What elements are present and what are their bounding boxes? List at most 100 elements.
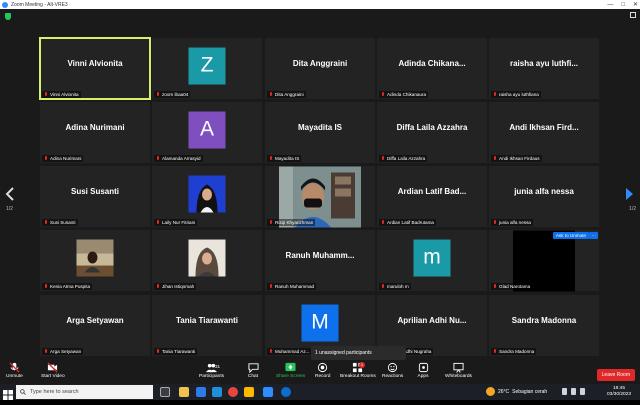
view-button[interactable] [630, 12, 636, 18]
page-indicator-right: 1/2 [629, 206, 636, 212]
participant-name-label: Arga Setyawan [42, 348, 84, 355]
network-icon[interactable] [571, 388, 576, 395]
participant-tile[interactable]: Dita Anggraini Dita Anggraini [265, 38, 375, 99]
reactions-label: Reactions [382, 374, 404, 379]
chrome-icon[interactable] [228, 387, 238, 397]
participant-tile[interactable]: Jihan Istiqomah [152, 230, 262, 291]
participant-tile[interactable]: Mayadita IS Mayadita IS [265, 102, 375, 163]
share-screen-button[interactable]: Share Screen [276, 361, 305, 379]
more-options-button[interactable]: ··· [589, 232, 598, 239]
muted-microphone-icon [381, 284, 385, 289]
reactions-button[interactable]: Reactions [382, 361, 403, 379]
participant-profile-photo [188, 175, 226, 213]
unmute-label: Unmute [6, 374, 23, 379]
apps-button[interactable]: Apps [417, 361, 429, 379]
participant-tile[interactable]: Ardian Latif Bad... Ardian Latif Badrutam… [377, 166, 487, 227]
task-view-icon[interactable] [160, 387, 170, 397]
participant-tile[interactable]: A Alamanda Arrasyid [152, 102, 262, 163]
title-bar: Zoom Meeting - Alt-VRE3 — □ ✕ [0, 0, 640, 9]
muted-microphone-icon [493, 220, 497, 225]
file-explorer-icon[interactable] [179, 387, 189, 397]
participant-name-label: Sandra Madonna [491, 348, 537, 355]
participant-tile[interactable]: Andi Ikhsan Fird... Andi Ikhsan Firdaus [489, 102, 599, 163]
participant-tile[interactable]: Laily Nur Fitriani [152, 166, 262, 227]
participant-tile[interactable]: m maruloh m [377, 230, 487, 291]
record-button[interactable]: Record [315, 361, 330, 379]
participant-display-name: Adina Nurimani [65, 123, 125, 132]
participant-tile[interactable]: Rizqi Khyarizhman [265, 166, 375, 227]
participants-count: 31 [215, 364, 221, 369]
chat-icon [247, 361, 259, 374]
close-icon[interactable]: ✕ [633, 1, 638, 8]
taskbar-search-box[interactable]: Type here to search [16, 385, 153, 399]
start-video-button[interactable]: Start Video [41, 361, 65, 379]
store-icon[interactable] [244, 387, 254, 397]
breakout-rooms-button[interactable]: Breakout Rooms [340, 361, 376, 379]
apps-icon [417, 361, 429, 374]
participant-name-label: Jihan Istiqomah [154, 283, 197, 290]
participant-profile-photo [76, 239, 114, 277]
participant-tile[interactable]: Susi Susanti Susi Susanti [40, 166, 150, 227]
muted-microphone-icon [269, 92, 273, 97]
participant-tile[interactable]: Adinda Chikana... Adinda Chikanaura [377, 38, 487, 99]
apps-label: Apps [417, 374, 429, 379]
weather-widget[interactable]: 26°C Sebagian cerah [486, 387, 547, 396]
participant-tile[interactable]: Sandra Madonna Sandra Madonna [489, 295, 599, 356]
participant-tile[interactable]: Ask to Unmute ··· Glad Narotama [489, 230, 599, 291]
windows-start-icon[interactable] [3, 387, 13, 400]
participant-name: Diffa Laila Azzahra [387, 156, 426, 161]
participant-name-label: Kenia Atma Puspita [42, 283, 93, 290]
next-page-arrow-icon[interactable] [625, 187, 635, 201]
unassigned-participants-popup[interactable]: 1 unassigned participants [311, 346, 406, 360]
muted-microphone-icon [44, 284, 48, 289]
security-shield-icon[interactable] [5, 13, 11, 20]
participant-tile[interactable]: Kenia Atma Puspita [40, 230, 150, 291]
chat-button[interactable]: Chat [247, 361, 259, 379]
mail-icon[interactable] [196, 387, 206, 397]
muted-microphone-icon [44, 156, 48, 161]
show-hidden-icons-icon[interactable] [562, 388, 567, 395]
muted-microphone-icon [381, 92, 385, 97]
participant-name: Glad Narotama [499, 284, 531, 289]
participant-tile[interactable]: Arga Setyawan Arga Setyawan [40, 295, 150, 356]
leave-room-button[interactable]: Leave Room [596, 369, 635, 381]
participant-tile[interactable]: Zzoom ibaa04 [152, 38, 262, 99]
zoom-logo-icon [2, 1, 8, 8]
participant-tile[interactable]: Ranuh Muhamm... Ranuh Muhammad [265, 230, 375, 291]
participant-initial-avatar: A [188, 111, 226, 149]
participants-button[interactable]: Participants [199, 361, 224, 379]
participant-name-label: Muhammad Az... [267, 348, 312, 355]
participant-display-name: Aprilian Adhi Nu... [397, 316, 467, 325]
weather-temp: 26°C [498, 388, 510, 395]
participant-tile[interactable]: junia alfa nessa junia alfa nessa [489, 166, 599, 227]
participant-tile[interactable]: raisha ayu luthfi... raisha ayu luthfiana [489, 38, 599, 99]
participant-name: zoom ibaa04 [162, 92, 189, 97]
participant-tile[interactable]: Tania Tiarawanti Tania Tiarawanti [152, 295, 262, 356]
participant-tile[interactable]: Vinni Alvionita Vinni Alvionita [39, 37, 151, 100]
participant-name: Adinda Chikanaura [387, 92, 427, 97]
participant-tile[interactable]: Diffa Laila Azzahra Diffa Laila Azzahra [377, 102, 487, 163]
participant-name-label: maruloh m [379, 283, 411, 290]
weather-description: Sebagian cerah [512, 388, 548, 395]
participant-tile[interactable]: Adina Nurimani Adina Nurimani [40, 102, 150, 163]
participant-name: Muhammad Az... [275, 349, 310, 354]
previous-page-arrow-icon[interactable] [5, 187, 15, 201]
app-icon[interactable] [281, 387, 291, 397]
muted-microphone-icon [269, 284, 273, 289]
share-screen-icon [285, 361, 297, 374]
participant-name-label: Dita Anggraini [267, 91, 306, 98]
edge-icon[interactable] [212, 387, 222, 397]
participant-name: Rizqi Khyarizhman [275, 220, 314, 225]
ask-to-unmute-button[interactable]: Ask to Unmute [552, 232, 589, 239]
unmute-button[interactable]: Unmute [6, 361, 23, 379]
muted-microphone-icon [156, 349, 160, 354]
participant-name-label: junia alfa nessa [491, 219, 533, 226]
maximize-icon[interactable]: □ [621, 2, 625, 8]
taskbar-clock[interactable]: 18:45 03/30/2023 [607, 386, 631, 398]
muted-microphone-icon [493, 92, 497, 97]
whiteboards-button[interactable]: Whiteboards [445, 361, 472, 379]
zoom-taskbar-icon[interactable] [263, 387, 273, 397]
volume-icon[interactable] [580, 388, 585, 395]
minimize-icon[interactable]: — [607, 2, 613, 8]
participant-name-label: Ardian Latif Badrutama [379, 219, 436, 226]
